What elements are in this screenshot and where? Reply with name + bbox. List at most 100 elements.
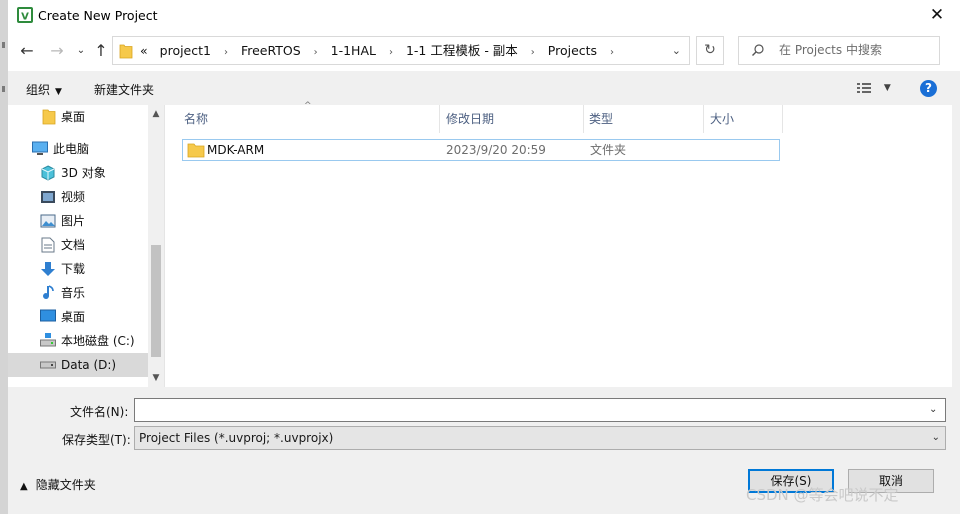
chevron-right-icon[interactable]: › (314, 47, 318, 58)
sidebar-scrollbar[interactable]: ▲ ▼ (148, 105, 164, 387)
refresh-icon[interactable]: ↻ (696, 36, 724, 65)
help-icon[interactable]: ? (920, 80, 937, 97)
breadcrumb-item[interactable]: project1 (160, 43, 211, 58)
breadcrumb-item[interactable]: 1-1HAL (331, 43, 376, 58)
column-divider[interactable] (439, 105, 440, 133)
sidebar-item-documents[interactable]: 文档 (8, 233, 148, 257)
content-area: 桌面 此电脑 3D 对象 视频 图片 文档 下载 音乐 桌面 本地磁盘 (C:)… (8, 101, 952, 387)
sidebar-item-label: 3D 对象 (61, 166, 106, 180)
sidebar-item-downloads[interactable]: 下载 (8, 257, 148, 281)
breadcrumb-overflow[interactable]: « (140, 43, 148, 58)
save-dialog: V Create New Project ✕ ← → ⌄ ↑ « project… (8, 0, 960, 514)
sidebar-item-desktop[interactable]: 桌面 (8, 105, 148, 129)
scrollbar-thumb[interactable] (151, 245, 161, 357)
column-header-type[interactable]: 类型 (589, 105, 613, 133)
watermark: CSDN @等会吧说不定 (746, 486, 899, 504)
chevron-right-icon[interactable]: › (531, 47, 535, 58)
title-bar: V Create New Project ✕ (8, 0, 960, 31)
sidebar-item-label: 桌面 (61, 110, 86, 124)
computer-icon (32, 141, 48, 155)
sidebar-item-local-disk-c[interactable]: 本地磁盘 (C:) (8, 329, 148, 353)
music-icon (43, 285, 54, 300)
file-type: 文件夹 (590, 143, 627, 157)
search-icon (752, 44, 764, 56)
picture-icon (40, 214, 56, 228)
desktop-icon (40, 309, 56, 322)
close-icon[interactable]: ✕ (924, 2, 950, 28)
navigation-bar: ← → ⌄ ↑ « project1 › FreeRTOS › 1-1HAL ›… (8, 31, 960, 71)
sidebar-item-music[interactable]: 音乐 (8, 281, 148, 305)
sidebar-item-3d-objects[interactable]: 3D 对象 (8, 161, 148, 185)
svg-text:V: V (21, 12, 29, 23)
drive-icon (40, 361, 56, 369)
up-arrow-icon[interactable]: ↑ (90, 40, 112, 62)
sidebar-item-this-pc[interactable]: 此电脑 (8, 137, 148, 161)
filetype-label: 保存类型(T): (62, 433, 131, 447)
file-modified: 2023/9/20 20:59 (446, 143, 546, 157)
breadcrumb-item[interactable]: Projects (548, 43, 597, 58)
chevron-right-icon[interactable]: › (389, 47, 393, 58)
caret-down-icon: ▼ (883, 83, 891, 93)
sort-ascending-icon: ^ (304, 101, 312, 111)
sidebar-item-label: 视频 (61, 190, 86, 204)
folder-icon (119, 44, 133, 59)
video-icon (41, 191, 55, 203)
filename-field[interactable] (134, 398, 946, 422)
sidebar-item-label: 此电脑 (53, 142, 90, 156)
background-mark (2, 42, 5, 48)
filetype-select[interactable]: Project Files (*.uvproj; *.uvprojx) ⌄ (134, 426, 946, 450)
keil-app-icon: V (17, 7, 33, 23)
column-divider[interactable] (782, 105, 783, 133)
folder-icon (42, 109, 56, 125)
chevron-down-icon: ⌄ (931, 432, 940, 443)
breadcrumb-item[interactable]: 1-1 工程模板 - 副本 (406, 43, 518, 58)
sidebar-item-label: 本地磁盘 (C:) (61, 334, 135, 348)
sidebar-item-label: 桌面 (61, 310, 86, 324)
search-input[interactable]: 在 Projects 中搜索 (779, 37, 882, 64)
sidebar-item-label: 音乐 (61, 286, 86, 300)
sidebar-item-desktop-2[interactable]: 桌面 (8, 305, 148, 329)
pane-divider[interactable] (164, 105, 165, 387)
column-divider[interactable] (703, 105, 704, 133)
chevron-down-icon[interactable]: ⌄ (672, 37, 681, 64)
scroll-up-icon[interactable]: ▲ (148, 109, 164, 119)
back-arrow-icon[interactable]: ← (16, 40, 38, 62)
column-header-name[interactable]: 名称 (184, 105, 208, 133)
sidebar-item-pictures[interactable]: 图片 (8, 209, 148, 233)
caret-down-icon: ▼ (55, 87, 62, 97)
filename-label: 文件名(N): (70, 405, 129, 419)
view-list-icon (857, 83, 871, 93)
forward-arrow-icon[interactable]: → (46, 40, 68, 62)
search-box[interactable]: 在 Projects 中搜索 (738, 36, 940, 65)
sidebar-item-label: 文档 (61, 238, 86, 252)
caret-up-icon: ▲ (20, 481, 28, 492)
view-options-button[interactable]: ▼ (856, 81, 891, 98)
download-icon (41, 262, 55, 276)
column-header-size[interactable]: 大小 (710, 105, 734, 133)
organize-button[interactable]: 组织 ▼ (26, 81, 62, 98)
column-divider[interactable] (583, 105, 584, 133)
breadcrumb: « project1 › FreeRTOS › 1-1HAL › 1-1 工程模… (140, 37, 623, 64)
disk-icon (40, 333, 56, 347)
chevron-right-icon[interactable]: › (224, 47, 228, 58)
chevron-right-icon[interactable]: › (610, 47, 614, 58)
breadcrumb-item[interactable]: FreeRTOS (241, 43, 301, 58)
scroll-down-icon[interactable]: ▼ (148, 373, 164, 383)
command-toolbar: 组织 ▼ 新建文件夹 ▼ ? (8, 71, 960, 105)
navigation-pane: 桌面 此电脑 3D 对象 视频 图片 文档 下载 音乐 桌面 本地磁盘 (C:)… (8, 105, 148, 387)
new-folder-button[interactable]: 新建文件夹 (94, 81, 154, 98)
sidebar-item-videos[interactable]: 视频 (8, 185, 148, 209)
background-mark (2, 86, 5, 92)
column-header-modified[interactable]: 修改日期 (446, 105, 494, 133)
hide-folders-toggle[interactable]: ▲ 隐藏文件夹 (20, 476, 96, 493)
chevron-down-icon[interactable]: ⌄ (929, 398, 937, 422)
sidebar-item-label: 下载 (61, 262, 86, 276)
sidebar-item-data-d[interactable]: Data (D:) (8, 353, 148, 377)
hide-folders-label: 隐藏文件夹 (35, 478, 96, 492)
recent-dropdown-icon[interactable]: ⌄ (70, 40, 92, 62)
sidebar-item-label: 图片 (61, 214, 86, 228)
address-bar[interactable]: « project1 › FreeRTOS › 1-1HAL › 1-1 工程模… (112, 36, 690, 65)
filetype-value: Project Files (*.uvproj; *.uvprojx) (139, 431, 334, 445)
document-icon (41, 237, 55, 253)
table-row[interactable]: MDK-ARM 2023/9/20 20:59 文件夹 (182, 139, 780, 161)
